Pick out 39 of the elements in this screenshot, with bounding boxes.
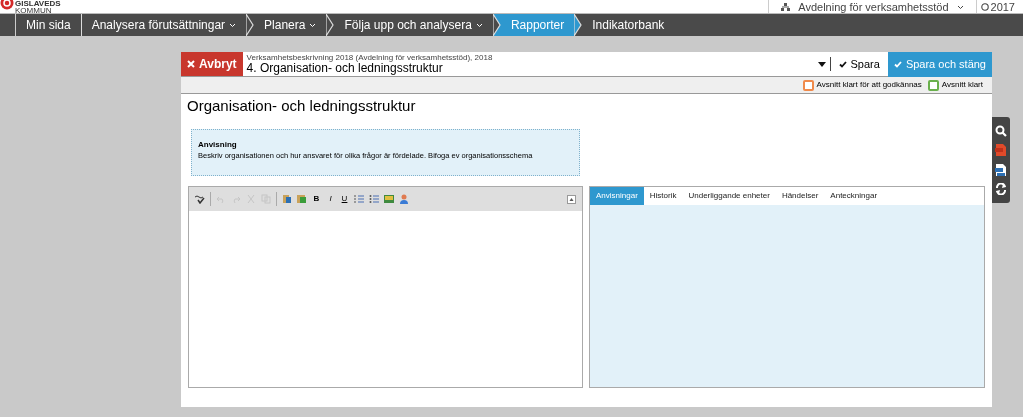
clipboard-icon[interactable] (297, 194, 307, 204)
save-button[interactable]: Spara (830, 51, 888, 77)
arrow-separator-icon (492, 14, 501, 36)
checkbox-label: Avsnitt klart (941, 79, 983, 91)
logo-text: KOMMUN (15, 7, 53, 13)
section-title: 4. Organisation- och ledningsstruktur (246, 62, 443, 75)
checkmark-icon (838, 60, 847, 68)
checkmark-icon (893, 60, 902, 68)
collapse-toolbar-icon[interactable] (567, 194, 576, 204)
arrow-separator-icon (246, 14, 255, 36)
instruction-title: Anvisning (198, 140, 237, 150)
close-icon (187, 60, 195, 68)
arrow-separator-icon (574, 14, 583, 36)
circle-icon (980, 3, 989, 11)
numbered-list-icon[interactable] (354, 194, 364, 204)
underline-button[interactable]: U (340, 193, 349, 205)
logo-text: GISLAVEDS (15, 0, 61, 7)
spellcheck-icon[interactable] (195, 194, 205, 204)
checkbox[interactable] (927, 79, 939, 91)
bulleted-list-icon[interactable] (369, 194, 379, 204)
caret-icon[interactable] (817, 61, 826, 67)
italic-button[interactable]: I (326, 193, 335, 205)
user-icon[interactable] (399, 194, 409, 204)
breadcrumb: Verksamhetsbeskrivning 2018 (Avdelning för verksamhetsstöd), 2018 (246, 53, 493, 62)
text-editor[interactable]: B I U (188, 186, 583, 388)
arrow-separator-icon (326, 14, 335, 36)
refresh-icon[interactable] (995, 183, 1007, 196)
pdf-file-icon[interactable] (995, 144, 1007, 157)
clipboard-icon[interactable] (282, 194, 292, 204)
checkbox-label: Avsnitt klart för att godkännas (816, 79, 922, 91)
search-icon[interactable] (995, 124, 1007, 137)
chevron-icon (956, 4, 964, 10)
document-file-icon[interactable] (995, 163, 1007, 176)
bold-button[interactable]: B (312, 193, 321, 205)
image-icon[interactable] (384, 194, 394, 204)
org-chart-icon (781, 3, 791, 11)
page-heading: Organisation- och ledningsstruktur (187, 97, 416, 115)
checkbox[interactable] (802, 79, 814, 91)
cancel-button[interactable]: Avbryt (181, 52, 243, 76)
